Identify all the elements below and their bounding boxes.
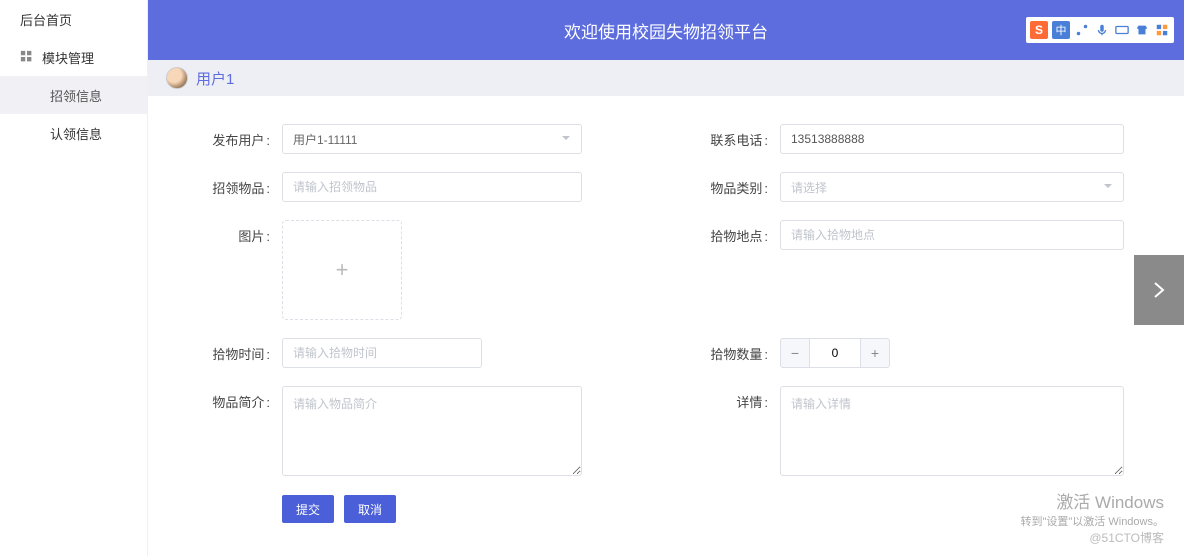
main: 欢迎使用校园失物招领平台 S 中 用户1 发布用户: — [148, 0, 1184, 556]
intro-label: 物品简介: — [208, 386, 270, 411]
location-input[interactable] — [780, 220, 1124, 250]
nav-module-label: 模块管理 — [42, 48, 94, 67]
module-icon — [20, 50, 34, 64]
ime-keyboard-icon[interactable] — [1114, 22, 1130, 38]
nav-module[interactable]: 模块管理 — [0, 38, 147, 76]
image-upload[interactable]: + — [282, 220, 402, 320]
detail-label: 详情: — [706, 386, 768, 411]
item-input[interactable] — [282, 172, 582, 202]
chevron-right-icon — [1149, 280, 1169, 300]
sidebar: 后台首页 模块管理 招领信息 认领信息 — [0, 0, 148, 556]
ime-mic-icon[interactable] — [1094, 22, 1110, 38]
ime-toolbar[interactable]: S 中 — [1026, 17, 1174, 43]
ime-lang-icon[interactable]: 中 — [1052, 21, 1070, 39]
nav-claim-label: 认领信息 — [50, 124, 102, 143]
nav-found[interactable]: 招领信息 — [0, 76, 147, 114]
time-label: 拾物时间: — [208, 338, 270, 363]
page-title: 欢迎使用校园失物招领平台 — [564, 18, 768, 43]
category-label: 物品类别: — [706, 172, 768, 197]
chevron-down-icon — [561, 132, 571, 146]
quantity-minus-button[interactable]: − — [780, 338, 810, 368]
phone-label: 联系电话: — [706, 124, 768, 149]
intro-textarea[interactable] — [282, 386, 582, 476]
publisher-label: 发布用户: — [208, 124, 270, 149]
topbar: 欢迎使用校园失物招领平台 S 中 — [148, 0, 1184, 60]
nav-claim[interactable]: 认领信息 — [0, 114, 147, 152]
phone-input[interactable] — [780, 124, 1124, 154]
ime-punct-icon[interactable] — [1074, 22, 1090, 38]
ime-logo-icon: S — [1030, 21, 1048, 39]
category-select[interactable]: 请选择 — [780, 172, 1124, 202]
nav-home-label: 后台首页 — [20, 10, 72, 29]
cancel-button[interactable]: 取消 — [344, 495, 396, 523]
quantity-plus-button[interactable]: + — [860, 338, 890, 368]
image-label: 图片: — [208, 220, 270, 245]
nav-home[interactable]: 后台首页 — [0, 0, 147, 38]
quantity-label: 拾物数量: — [706, 338, 768, 363]
userbar: 用户1 — [148, 60, 1184, 96]
chevron-down-icon — [1103, 180, 1113, 194]
quantity-input[interactable] — [810, 338, 860, 368]
detail-textarea[interactable] — [780, 386, 1124, 476]
plus-icon: + — [336, 257, 349, 283]
submit-button[interactable]: 提交 — [282, 495, 334, 523]
location-label: 拾物地点: — [706, 220, 768, 245]
nav-found-label: 招领信息 — [50, 86, 102, 105]
ime-tool-icon[interactable] — [1154, 22, 1170, 38]
form-content: 发布用户: 用户1-11111 联系电话: 招领物品: — [148, 96, 1184, 556]
publisher-select[interactable]: 用户1-11111 — [282, 124, 582, 154]
avatar[interactable] — [166, 67, 188, 89]
quantity-stepper: − + — [780, 338, 1124, 368]
time-input[interactable] — [282, 338, 482, 368]
username: 用户1 — [196, 68, 234, 89]
form-actions: 提交 取消 — [282, 495, 1124, 523]
ime-skin-icon[interactable] — [1134, 22, 1150, 38]
item-label: 招领物品: — [208, 172, 270, 197]
side-next-button[interactable] — [1134, 255, 1184, 325]
